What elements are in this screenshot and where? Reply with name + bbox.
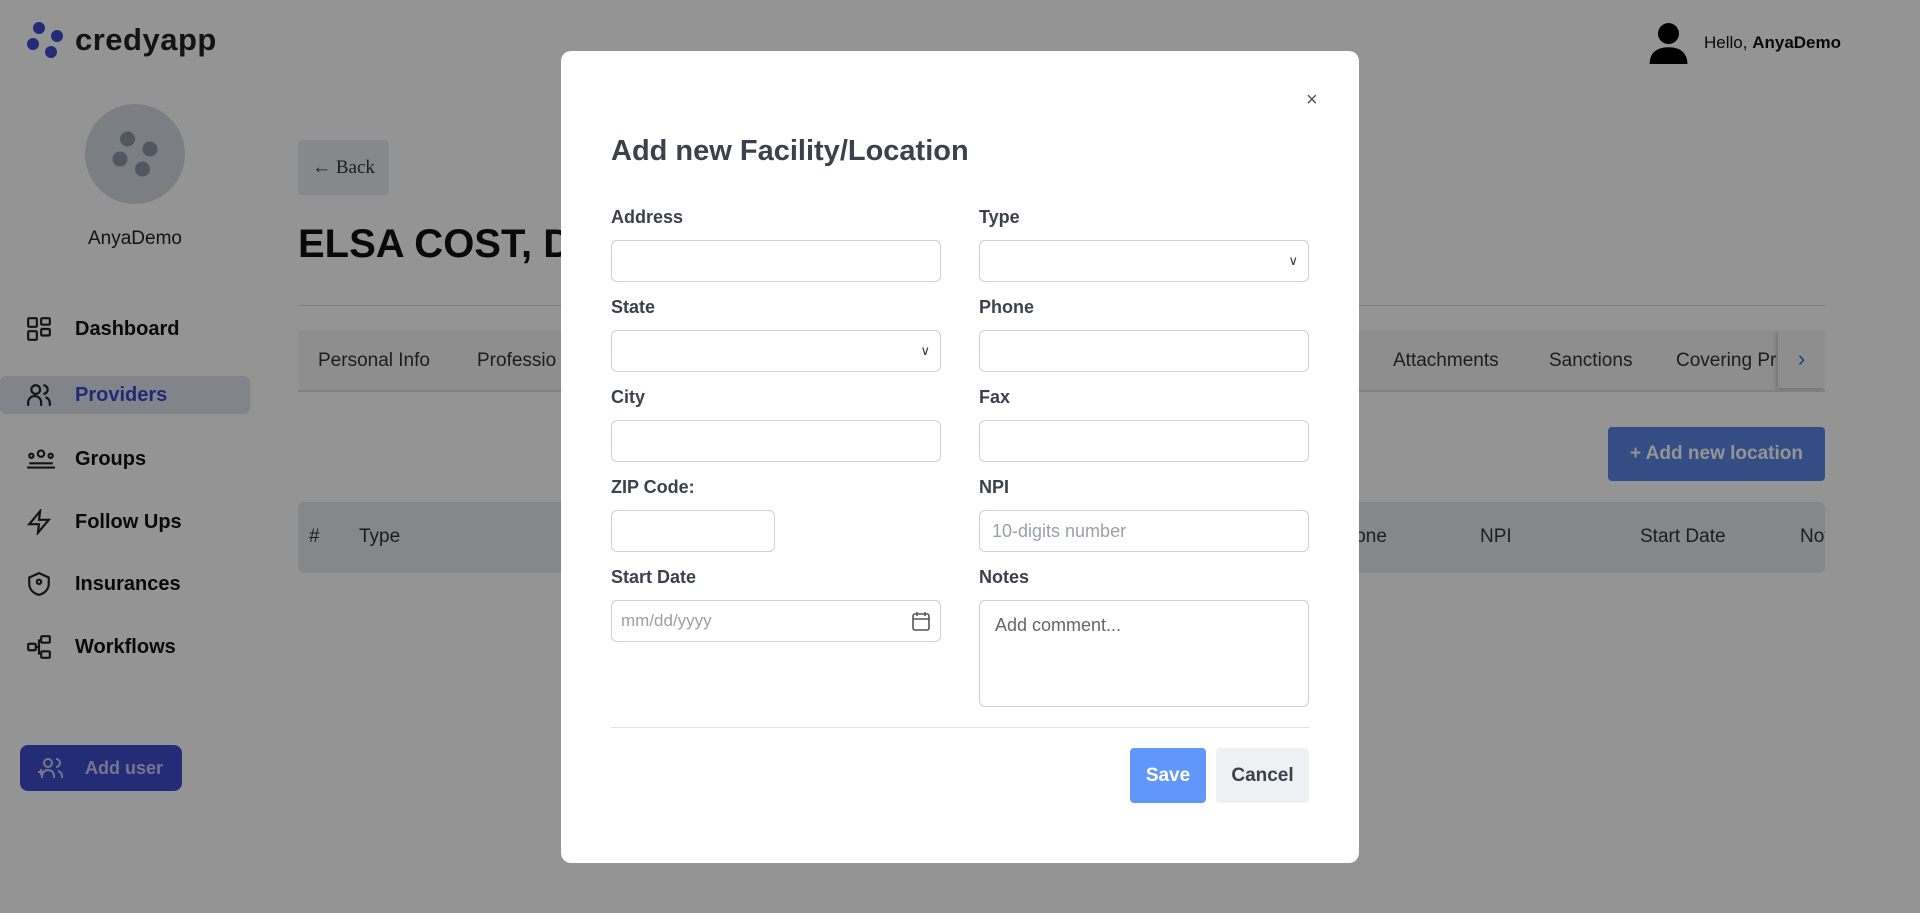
modal-divider [611,727,1310,728]
type-label: Type [979,207,1020,227]
zip-label: ZIP Code: [611,477,695,497]
city-input[interactable] [611,420,941,462]
npi-input[interactable]: 10-digits number [979,510,1309,552]
notes-textarea[interactable]: Add comment... [979,600,1309,707]
notes-label: Notes [979,567,1030,587]
calendar-icon[interactable] [912,611,930,631]
phone-input[interactable] [979,330,1309,372]
type-select[interactable]: ∨ [979,240,1309,282]
cancel-button[interactable]: Cancel [1216,748,1309,803]
start-date-label: Start Date [611,567,697,587]
fax-label: Fax [979,387,1011,407]
state-label: State [611,297,656,317]
zip-input[interactable] [611,510,775,552]
city-label: City [611,387,646,407]
add-facility-modal: × Add new Facility/Location Address Type… [561,51,1359,863]
npi-label: NPI [979,477,1010,497]
start-date-placeholder: mm/dd/yyyy [621,611,712,630]
close-icon[interactable]: × [1306,89,1318,112]
fax-input[interactable] [979,420,1309,462]
chevron-down-icon: ∨ [1288,253,1298,268]
chevron-down-icon: ∨ [920,343,930,358]
save-button[interactable]: Save [1130,748,1206,803]
address-label: Address [611,207,684,227]
modal-title: Add new Facility/Location [611,135,969,167]
state-select[interactable]: ∨ [611,330,941,372]
phone-label: Phone [979,297,1035,317]
start-date-input[interactable]: mm/dd/yyyy [611,600,941,642]
address-input[interactable] [611,240,941,282]
